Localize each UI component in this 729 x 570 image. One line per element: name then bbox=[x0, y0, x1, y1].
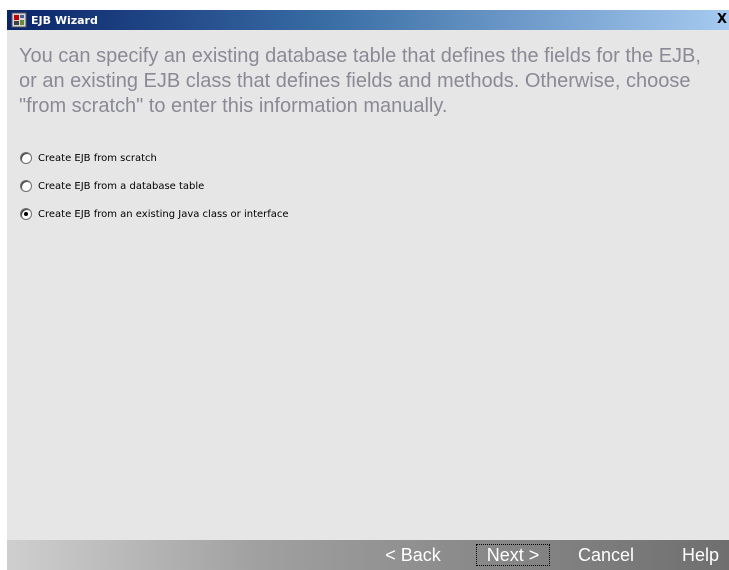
close-button[interactable]: X bbox=[715, 12, 729, 27]
window-title: EJB Wizard bbox=[31, 13, 98, 27]
option-label: Create EJB from a database table bbox=[38, 180, 205, 192]
cancel-button[interactable]: Cancel bbox=[565, 543, 647, 567]
option-from-java-class[interactable]: Create EJB from an existing Java class o… bbox=[20, 207, 289, 221]
title-bar[interactable]: EJB Wizard X bbox=[7, 10, 729, 30]
back-button[interactable]: < Back bbox=[374, 543, 452, 567]
creation-options: Create EJB from scratch Create EJB from … bbox=[20, 151, 289, 235]
help-button[interactable]: Help bbox=[672, 543, 729, 567]
button-bar: < Back Next > Cancel Help bbox=[7, 540, 729, 570]
radio-from-database-table[interactable] bbox=[20, 180, 32, 192]
option-label: Create EJB from scratch bbox=[38, 152, 157, 164]
radio-from-scratch[interactable] bbox=[20, 152, 32, 164]
next-button[interactable]: Next > bbox=[475, 543, 551, 567]
ejb-wizard-window: EJB Wizard X You can specify an existing… bbox=[0, 0, 729, 570]
wizard-content: You can specify an existing database tab… bbox=[7, 30, 729, 540]
intro-text: You can specify an existing database tab… bbox=[19, 45, 701, 117]
ejb-wizard-icon bbox=[11, 12, 27, 28]
option-from-scratch[interactable]: Create EJB from scratch bbox=[20, 151, 289, 165]
option-from-database-table[interactable]: Create EJB from a database table bbox=[20, 179, 289, 193]
radio-from-java-class[interactable] bbox=[20, 208, 32, 220]
option-label: Create EJB from an existing Java class o… bbox=[38, 208, 289, 220]
